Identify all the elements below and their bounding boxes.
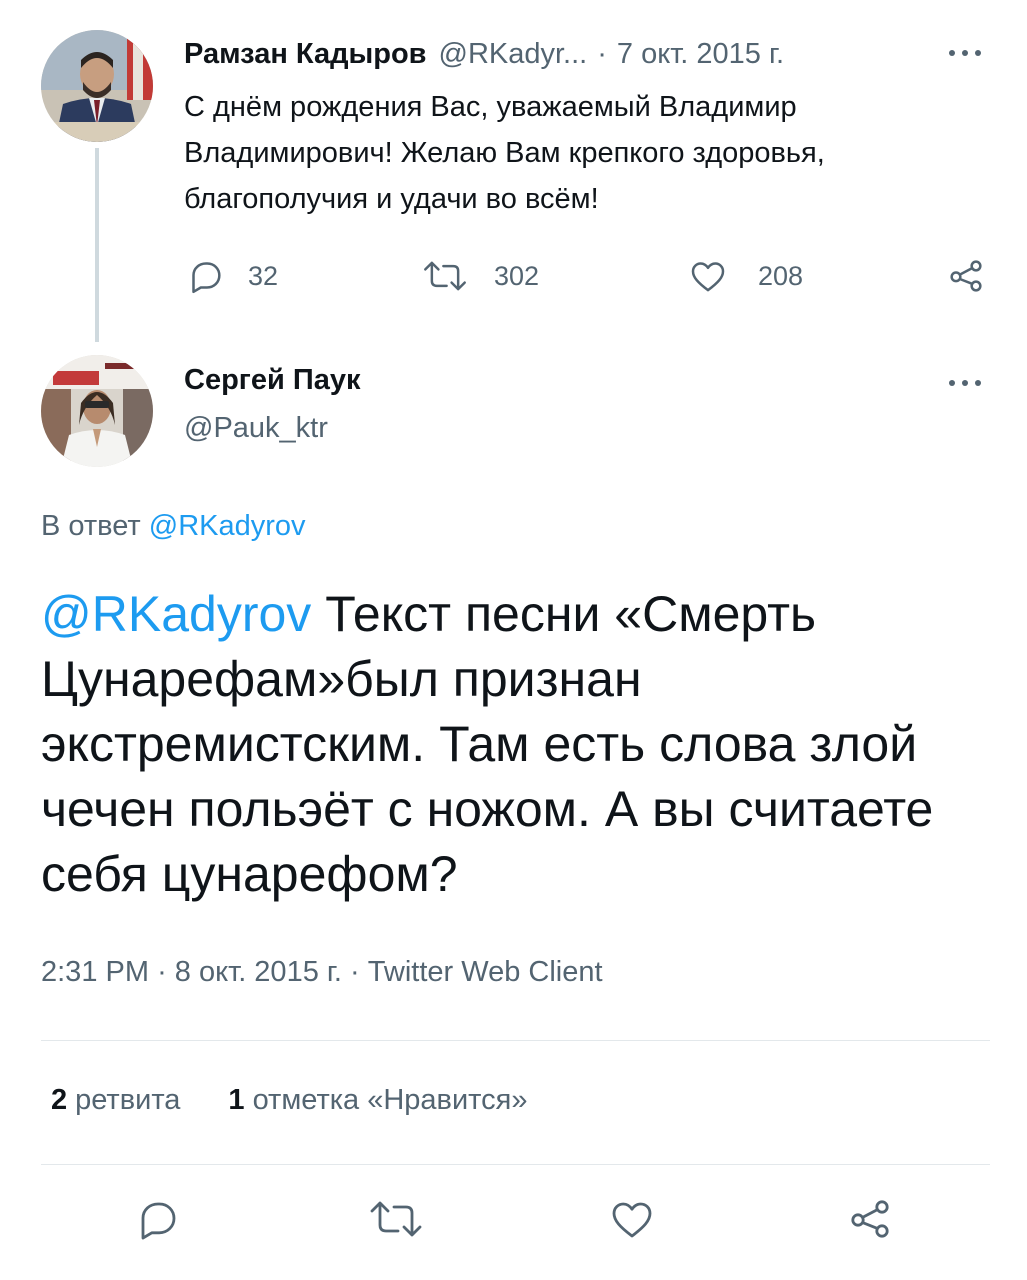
share-button[interactable]	[846, 1195, 894, 1248]
parent-like-button[interactable]: 208	[688, 256, 803, 296]
more-dot-icon	[962, 50, 968, 56]
reply-button[interactable]	[134, 1195, 182, 1248]
likes-number: 1	[228, 1084, 245, 1116]
parent-more-button[interactable]	[945, 38, 985, 68]
share-icon	[946, 256, 986, 296]
meta-separator: ·	[157, 956, 167, 988]
share-icon	[846, 1200, 894, 1247]
retweets-number: 2	[51, 1084, 68, 1116]
reply-icon	[186, 256, 226, 296]
parent-retweets-count: 302	[494, 260, 540, 291]
parent-author-name[interactable]: Рамзан Кадыров	[184, 38, 427, 71]
parent-retweet-button[interactable]: 302	[422, 256, 539, 296]
tweet-time[interactable]: 2:31 PM	[41, 956, 149, 988]
likes-stat[interactable]: 1 отметка «Нравится»	[228, 1084, 527, 1117]
parent-share-button[interactable]	[946, 256, 986, 296]
tweet-client[interactable]: Twitter Web Client	[368, 956, 603, 988]
reply-icon	[134, 1202, 182, 1247]
more-dot-icon	[975, 50, 981, 56]
parent-reply-button[interactable]: 32	[186, 256, 278, 296]
parent-likes-count: 208	[758, 260, 804, 291]
like-button[interactable]	[608, 1195, 656, 1248]
engagement-stats: 2 ретвита 1 отметка «Нравится»	[51, 1084, 527, 1117]
thread-connector-line	[95, 148, 99, 342]
retweet-button[interactable]	[368, 1195, 424, 1248]
parent-tweet-text: С днём рождения Вас, уважаемый Владимир …	[184, 91, 825, 215]
parent-tweet-date[interactable]: 7 окт. 2015 г.	[617, 38, 784, 71]
divider-bottom	[41, 1164, 990, 1165]
header-separator: ·	[597, 37, 607, 70]
divider-top	[41, 1040, 990, 1041]
more-dot-icon	[949, 380, 955, 386]
heart-icon	[608, 1202, 656, 1247]
meta-separator: ·	[350, 956, 360, 988]
reply-author-avatar[interactable]	[41, 355, 153, 467]
parent-author-avatar[interactable]	[41, 30, 153, 142]
tweet-date[interactable]: 8 окт. 2015 г.	[175, 956, 342, 988]
more-dot-icon	[962, 380, 968, 386]
retweet-icon	[368, 1201, 424, 1247]
main-tweet-text: @RKadyrov Текст песни «Смерть Цунарефам»…	[41, 582, 1001, 907]
replying-to-handle-link[interactable]: @RKadyrov	[149, 510, 306, 542]
more-dot-icon	[949, 50, 955, 56]
likes-label: отметка «Нравится»	[252, 1084, 528, 1116]
reply-author-name[interactable]: Сергей Паук	[184, 364, 361, 397]
tweet-meta: 2:31 PM · 8 окт. 2015 г. · Twitter Web C…	[41, 956, 603, 989]
mention-link[interactable]: @RKadyrov	[41, 586, 311, 642]
retweet-icon	[422, 256, 468, 296]
heart-icon	[688, 256, 728, 296]
parent-tweet-header: Рамзан Кадыров @RKadyr... · 7 окт. 2015 …	[184, 34, 784, 74]
parent-replies-count: 32	[248, 260, 279, 291]
replying-to-line: В ответ @RKadyrov	[41, 510, 306, 543]
retweets-label: ретвита	[75, 1084, 181, 1116]
parent-author-handle[interactable]: @RKadyr...	[439, 38, 588, 71]
reply-author-handle[interactable]: @Pauk_ktr	[184, 412, 328, 445]
reply-more-button[interactable]	[945, 368, 985, 398]
replying-to-prefix: В ответ	[41, 510, 141, 542]
more-dot-icon	[975, 380, 981, 386]
retweets-stat[interactable]: 2 ретвита	[51, 1084, 180, 1117]
